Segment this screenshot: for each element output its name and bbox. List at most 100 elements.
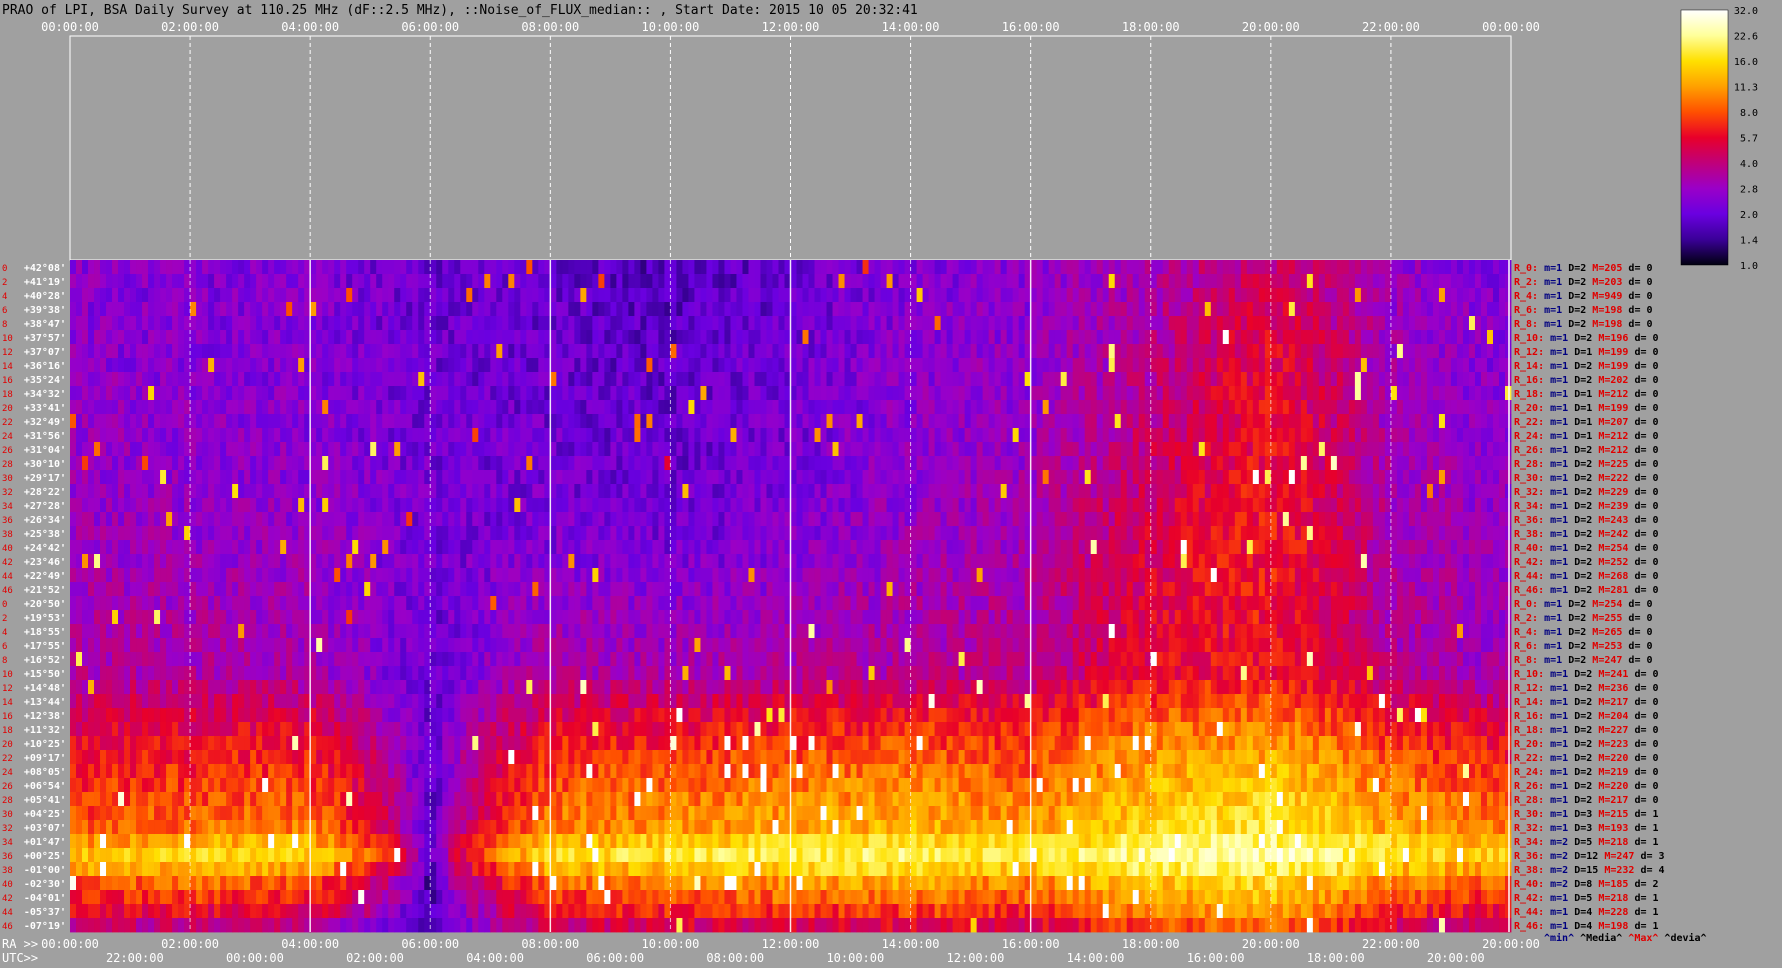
heatmap-cell (508, 274, 515, 289)
heatmap-cell (382, 344, 389, 359)
heatmap-cell (652, 288, 659, 303)
heatmap-cell (334, 358, 341, 373)
heatmap-cell (820, 330, 827, 345)
heatmap-cell (298, 302, 305, 317)
heatmap-cell (1126, 274, 1134, 289)
heatmap-cell (886, 316, 893, 331)
heatmap-cell (622, 288, 629, 303)
heatmap-cell (1505, 484, 1512, 499)
heatmap-cell (754, 316, 761, 331)
heatmap-cell (1120, 274, 1128, 289)
heatmap-cell (76, 260, 83, 275)
heatmap-cell (1264, 456, 1272, 471)
heatmap-cell (1234, 456, 1242, 471)
heatmap-cell (454, 526, 461, 541)
heatmap-cell (1498, 526, 1506, 541)
heatmap-cell (982, 526, 990, 541)
heatmap-cell (652, 442, 659, 457)
heatmap-cell (520, 470, 527, 485)
heatmap-cell (880, 302, 887, 317)
heatmap-cell (1120, 372, 1128, 387)
heatmap-cell (382, 386, 389, 401)
heatmap-cell (910, 456, 917, 471)
heatmap-cell (298, 316, 305, 331)
heatmap-cell (130, 288, 137, 303)
heatmap-cell (964, 274, 972, 289)
heatmap-cell (1210, 428, 1218, 443)
heatmap-cell (112, 442, 119, 457)
heatmap-cell (1438, 372, 1446, 387)
heatmap-cell (580, 484, 587, 499)
heatmap-cell (886, 470, 893, 485)
heatmap-cell (904, 358, 911, 373)
heatmap-cell (1252, 470, 1260, 485)
heatmap-cell (1396, 442, 1404, 457)
heatmap-cell (130, 512, 137, 527)
heatmap-cell (1312, 484, 1320, 499)
heatmap-cell (640, 498, 647, 513)
heatmap-cell (910, 442, 917, 457)
heatmap-cell (172, 512, 179, 527)
heatmap-cell (1168, 414, 1176, 429)
heatmap-cell (1006, 316, 1014, 331)
heatmap-cell (862, 428, 869, 443)
heatmap-cell (202, 456, 209, 471)
heatmap-cell (814, 526, 821, 541)
heatmap-cell (664, 540, 671, 555)
heatmap-cell (520, 260, 527, 275)
heatmap-cell (664, 358, 671, 373)
heatmap-cell (496, 288, 503, 303)
heatmap-cell (1126, 498, 1134, 513)
heatmap-cell (1294, 302, 1302, 317)
heatmap-cell (1432, 512, 1440, 527)
heatmap-cell (226, 470, 233, 485)
heatmap-cell (1090, 428, 1098, 443)
heatmap-cell (1306, 428, 1314, 443)
heatmap-cell (1030, 400, 1038, 415)
heatmap-cell (568, 456, 575, 471)
heatmap-cell (910, 512, 917, 527)
heatmap-cell (748, 288, 755, 303)
heatmap-cell (868, 260, 875, 275)
heatmap-cell (268, 358, 275, 373)
heatmap-cell (256, 274, 263, 289)
heatmap-cell (160, 372, 167, 387)
heatmap-cell (694, 484, 701, 499)
heatmap-cell (1114, 302, 1122, 317)
heatmap-cell (1252, 274, 1260, 289)
heatmap-cell (832, 442, 839, 457)
heatmap-cell (670, 260, 677, 275)
heatmap-cell (556, 274, 563, 289)
heatmap-cell (940, 316, 947, 331)
heatmap-cell (886, 428, 893, 443)
heatmap-cell (70, 344, 77, 359)
heatmap-cell (628, 260, 635, 275)
heatmap-cell (712, 470, 719, 485)
heatmap-cell (838, 470, 845, 485)
heatmap-cell (1066, 358, 1074, 373)
heatmap-cell (202, 274, 209, 289)
heatmap-cell (1300, 442, 1308, 457)
heatmap-cell (868, 456, 875, 471)
heatmap-cell (1132, 470, 1140, 485)
heatmap-cell (184, 414, 191, 429)
heatmap-cell (1366, 302, 1374, 317)
heatmap-cell (862, 302, 869, 317)
heatmap-cell (964, 512, 972, 527)
heatmap-cell (724, 512, 731, 527)
heatmap-cell (112, 526, 119, 541)
heatmap-cell (1000, 372, 1008, 387)
heatmap-cell (1324, 302, 1332, 317)
heatmap-cell (706, 526, 713, 541)
heatmap-cell (520, 316, 527, 331)
heatmap-cell (1216, 386, 1224, 401)
heatmap-cell (508, 316, 515, 331)
heatmap-cell (1198, 260, 1206, 275)
heatmap-cell (1138, 470, 1146, 485)
heatmap-cell (832, 428, 839, 443)
heatmap-cell (346, 316, 353, 331)
heatmap-cell (616, 288, 623, 303)
heatmap-cell (502, 470, 509, 485)
heatmap-cell (142, 386, 149, 401)
heatmap-cell (1204, 316, 1212, 331)
